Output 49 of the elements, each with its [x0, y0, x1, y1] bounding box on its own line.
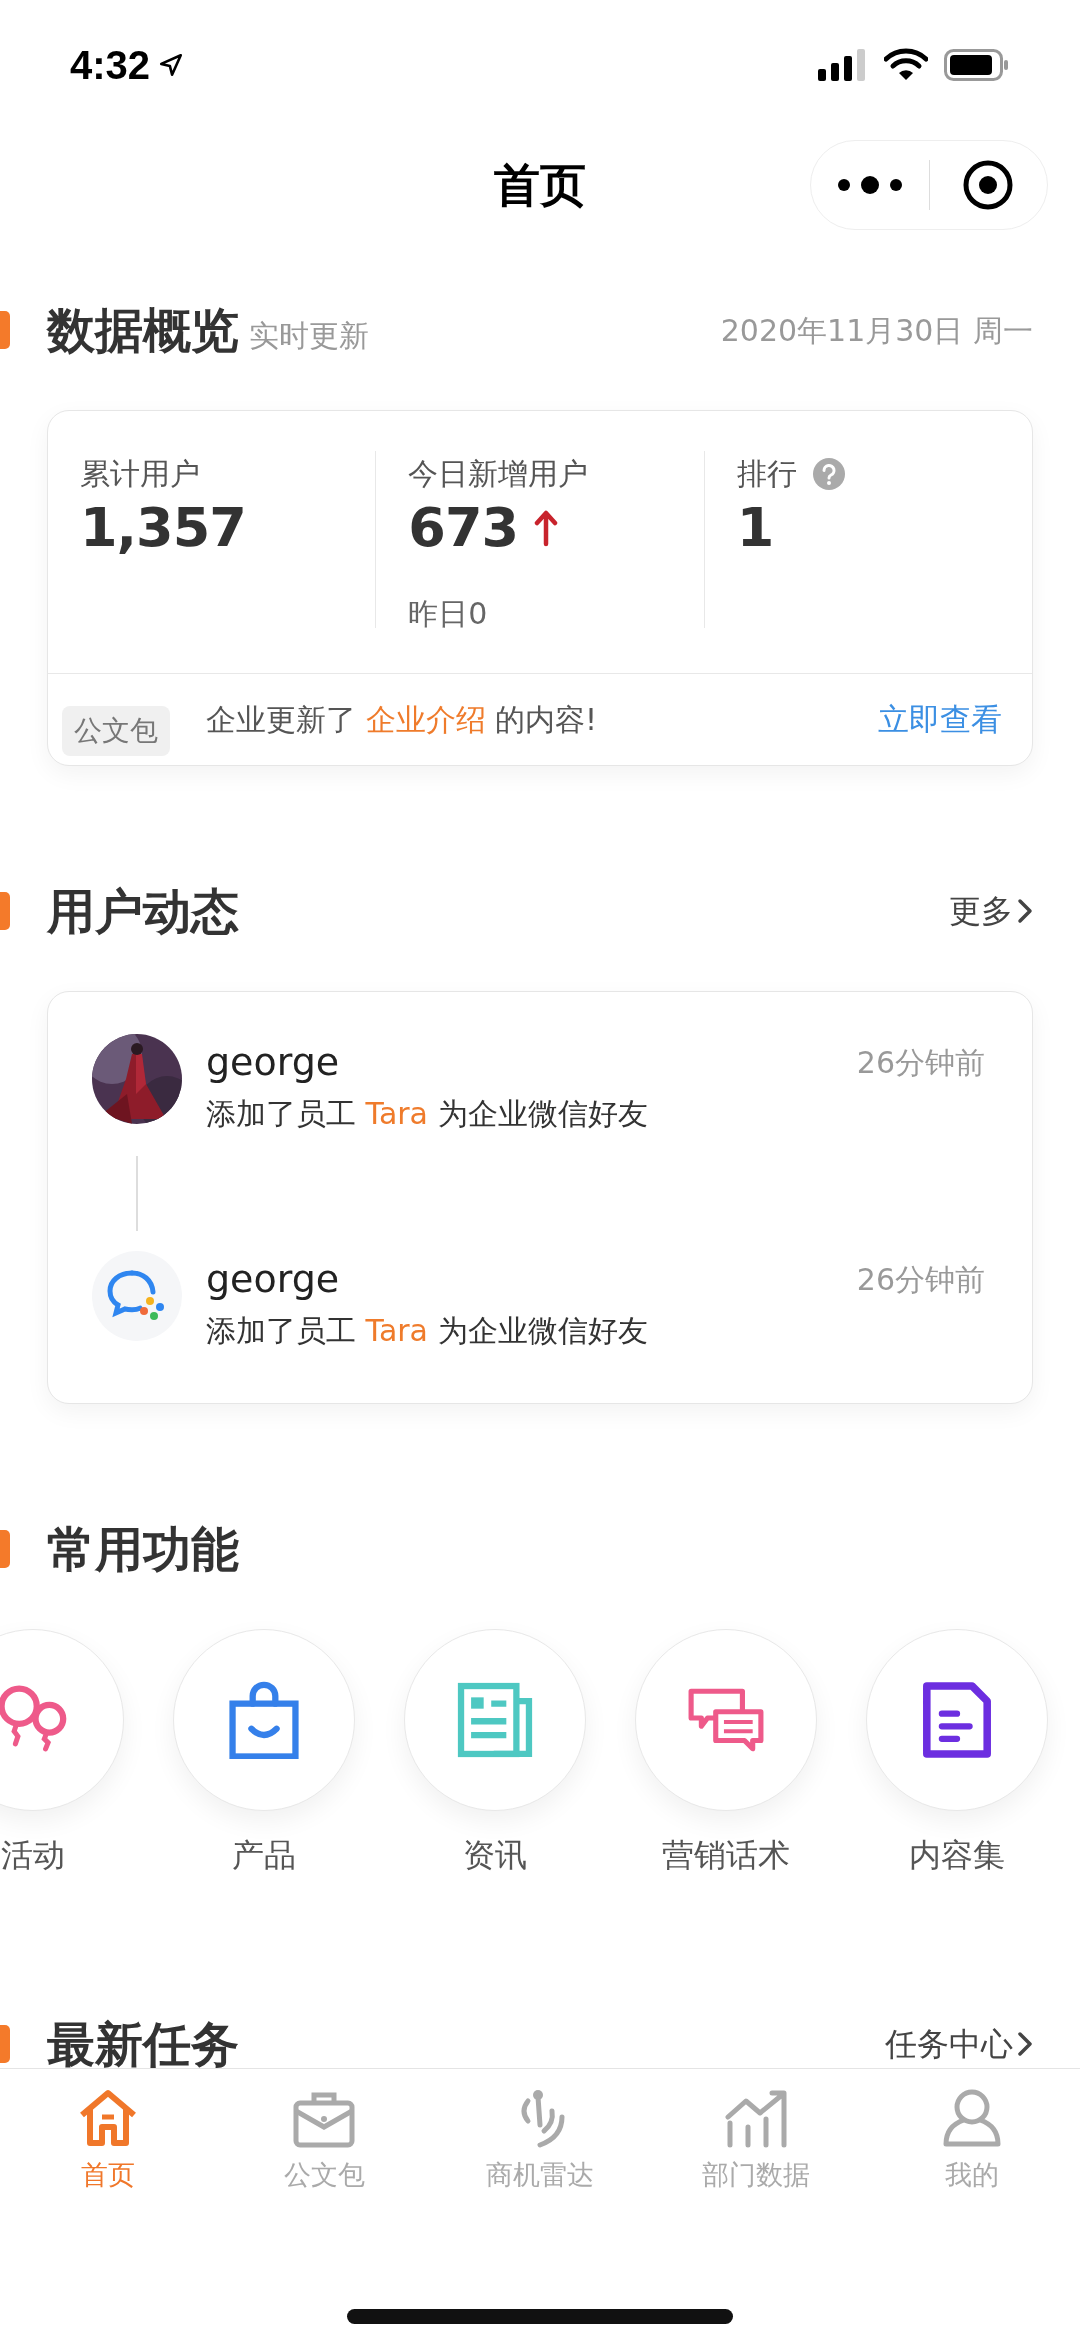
- tab-item[interactable]: 部门数据: [648, 2087, 864, 2196]
- stat-label: 今日新增用户: [408, 455, 589, 493]
- stat-label: 排行: [736, 455, 797, 493]
- stat-value: 673: [408, 496, 519, 561]
- wifi-icon: [884, 48, 928, 82]
- function-label: 内容集: [908, 1835, 1005, 1876]
- page-title: 首页: [494, 156, 586, 214]
- function-label: 活动: [0, 1835, 65, 1876]
- stat-note: 昨日0: [408, 594, 488, 633]
- tab-item[interactable]: 公文包: [216, 2087, 432, 2196]
- stat-value: 1,357: [80, 496, 246, 561]
- section-marker: [0, 311, 10, 349]
- tab-item[interactable]: 我的: [864, 2087, 1080, 2196]
- tab-item[interactable]: 首页: [0, 2087, 216, 2196]
- activity-text: 添加了员工 Tara 为企业微信好友: [206, 1095, 649, 1133]
- section-title: 常用功能: [47, 1520, 239, 1579]
- task-center-link[interactable]: 任务中心: [885, 2020, 1033, 2068]
- signal-icon: [818, 49, 868, 81]
- target-icon: [962, 159, 1015, 211]
- chevron-icon: [1017, 2031, 1033, 2057]
- chevron-icon: [1017, 898, 1033, 924]
- section-marker: [0, 2025, 10, 2063]
- view-link[interactable]: 立即查看: [878, 696, 1002, 743]
- user-name: george: [206, 1256, 340, 1303]
- battery-icon: [944, 49, 1010, 81]
- location-arrow-icon: [158, 52, 185, 78]
- date-text: 2020年11月30日 周一: [720, 311, 1033, 350]
- section-subtitle: 实时更新: [249, 316, 369, 355]
- newspaper-icon: [455, 1681, 534, 1759]
- function-label: 产品: [231, 1835, 296, 1876]
- tag-label: 公文包: [62, 705, 170, 756]
- activity-text: 添加了员工 Tara 为企业微信好友: [206, 1312, 649, 1350]
- notice-text: 企业更新了 企业介绍 的内容!: [206, 701, 598, 739]
- stat-label: 累计用户: [80, 455, 200, 493]
- user-name: george: [206, 1039, 340, 1086]
- section-title: 用户动态: [47, 882, 239, 941]
- time-text: 26分钟前: [856, 1261, 985, 1299]
- section-marker: [0, 1530, 10, 1568]
- section-title: 最新任务: [47, 2015, 239, 2068]
- section-title: 数据概览: [47, 301, 239, 360]
- tab-item[interactable]: 商机雷达: [432, 2087, 648, 2196]
- function-label: 资讯: [462, 1835, 527, 1876]
- section-marker: [0, 892, 10, 930]
- more-icon: [835, 175, 904, 195]
- function-label: 营销话术: [661, 1835, 790, 1876]
- clock-text: 4:32: [70, 42, 151, 89]
- time-text: 26分钟前: [856, 1044, 985, 1082]
- stat-value: 1: [736, 496, 774, 561]
- more-link[interactable]: 更多: [949, 887, 1033, 935]
